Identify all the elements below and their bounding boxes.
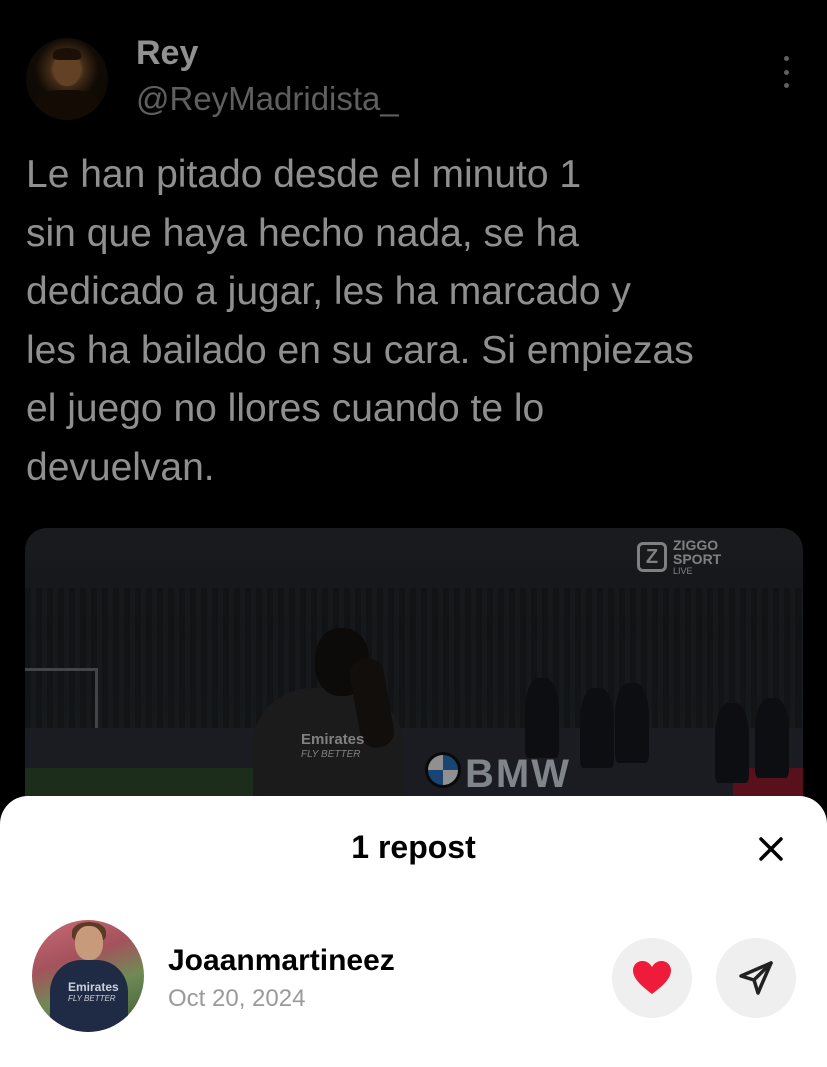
tweet-video[interactable]: Emirates FLY BETTER BMW Z ZIGGO SPORT LI… [25,528,803,818]
avatar-shirt-sponsor-tagline: FLY BETTER [68,994,116,1003]
tweet-text-line: Le han pitado desde el minuto 1 [26,153,582,196]
tweet-text-line: devuelvan. [26,445,215,489]
shirt-sponsor-name: Emirates [301,731,365,748]
avatar-head [75,926,103,960]
reposts-sheet: 1 repost Emirates FLY BETTER Joaanmartin… [0,796,827,1067]
broadcaster-name-top: ZIGGO [673,537,719,553]
tweet-text-line: les ha bailado en su cara. Si empiezas [26,328,694,372]
avatar-shirt-sponsor-name: Emirates [68,980,119,994]
like-button[interactable] [612,938,692,1018]
staff-person [755,698,789,778]
broadcaster-logo: Z ZIGGO SPORT LIVE [637,538,721,576]
reposter-avatar[interactable]: Emirates FLY BETTER [32,920,144,1032]
ad-board-text: BMW [465,752,571,796]
tweet-text-line: dedicado a jugar, les ha marcado y [26,270,631,313]
broadcaster-name-bottom: SPORT [673,551,722,567]
avatar-hair [53,48,81,60]
shirt-sponsor-tagline: FLY BETTER [301,749,361,760]
stadium-crowd [25,588,803,738]
shirt-sponsor: Emirates FLY BETTER [301,732,364,762]
staff-person [615,683,649,763]
bmw-logo-icon [425,752,461,788]
avatar-shirt-sponsor: Emirates FLY BETTER [68,980,119,1004]
author-avatar[interactable] [26,38,108,120]
staff-person [525,678,559,758]
author-handle[interactable]: @ReyMadridista_ [136,80,399,118]
tweet-text-line: sin que haya hecho nada, se ha [26,211,579,255]
close-button[interactable] [752,830,790,868]
tweet-text: Le han pitado desde el minuto 1 sin que … [26,146,806,497]
send-icon [739,961,773,995]
repost-date: Oct 20, 2024 [168,985,306,1012]
reposter-name[interactable]: Joaanmartineez [168,944,395,978]
more-vertical-icon[interactable] [774,56,798,88]
heart-icon [633,961,671,994]
broadcaster-live: LIVE [673,566,693,576]
ziggo-logo-icon: Z [637,542,667,572]
avatar-body [34,90,100,120]
staff-person [715,703,749,783]
author-name[interactable]: Rey [136,34,198,73]
close-icon [759,837,783,861]
share-button[interactable] [716,938,796,1018]
tweet-text-line: el juego no llores cuando te lo [26,387,545,430]
background-tweet: Rey @ReyMadridista_ Le han pitado desde … [0,0,827,818]
sheet-title: 1 repost [351,829,476,865]
staff-person [580,688,614,768]
